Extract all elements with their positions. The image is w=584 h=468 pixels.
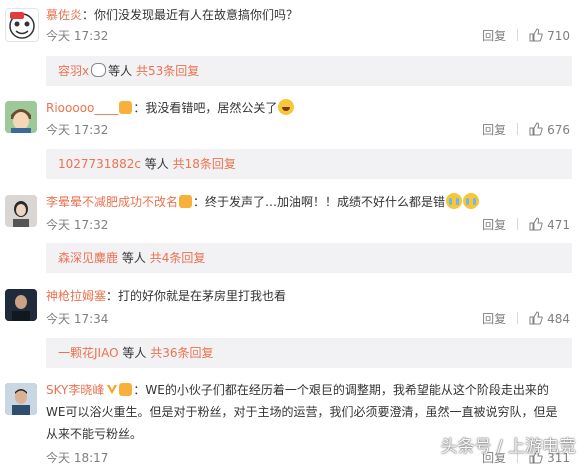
reply-button[interactable]: 回复 [482,29,506,43]
reply-username[interactable]: 森深见麋鹿 [58,251,118,265]
timestamp: 今天 17:32 [46,29,109,43]
timestamp: 今天 17:34 [46,312,109,326]
reply-total-link[interactable]: 共4条回复 [150,251,206,265]
reply-summary[interactable]: 容羽x 等人 共53条回复 [46,56,572,86]
avatar[interactable] [5,383,37,415]
comment-actions: 回复 710 [482,26,570,46]
comment-text: 你们没发现最近有人在故意搞你们吗？ [94,8,299,22]
divider [517,218,519,230]
reply-summary[interactable]: 一颗花JIAO 等人 共36条回复 [46,338,572,368]
reply-suffix: 等人 [144,157,169,171]
username[interactable]: 神枪拉姆塞 [46,289,106,303]
divider [517,312,519,324]
comment-actions: 回复 676 [482,120,570,140]
avatar[interactable] [5,195,37,227]
avatar[interactable] [5,289,37,321]
thumbs-up-icon [529,28,543,42]
timestamp: 今天 17:32 [46,123,109,137]
divider [517,123,519,135]
like-button[interactable]: 484 [529,311,570,326]
reply-username[interactable]: 1027731882c [58,157,141,171]
reply-suffix: 等人 [122,346,147,360]
like-count: 484 [547,312,570,326]
comment-actions: 回复 484 [482,309,570,329]
divider [517,29,519,41]
member-badge-icon [119,383,133,396]
thumbs-up-icon [529,217,543,231]
laugh-emoji-icon [278,99,295,115]
reply-summary[interactable]: 1027731882c 等人 共18条回复 [46,149,572,179]
comment-text-line: WE可以浴火重生。但是对于粉丝，对于主场的运营，我们必须要澄清，虽然一直被说穷队… [46,402,574,422]
comment-meta: 今天 17:32 回复 710 [46,26,570,46]
avatar[interactable] [5,8,39,42]
username[interactable]: Riooooo____ [46,101,118,115]
timestamp: 今天 17:32 [46,218,109,232]
reply-total-link[interactable]: 共53条回复 [136,64,199,78]
member-badge-icon [119,101,133,114]
comment-meta: 今天 17:32 回复 676 [46,120,570,140]
comment-text: 我没看错吧，居然公关了 [145,101,278,115]
like-button[interactable]: 471 [529,217,570,232]
reply-suffix: 等人 [121,251,146,265]
avatar[interactable] [5,101,37,133]
like-button[interactable]: 710 [529,28,570,43]
reply-username[interactable]: 容羽x [58,64,89,78]
comment-meta: 今天 17:34 回复 484 [46,309,570,329]
comment-text: WE的小伙子们都在经历着一个艰巨的调整期，我希望能从这个阶段走出来的 [145,383,549,397]
comment-text: 终于发声了…加油啊！！成绩不好什么都是错 [205,195,446,209]
like-button[interactable]: 676 [529,122,570,137]
crying-emoji-icon [463,193,480,209]
like-count: 710 [547,29,570,43]
comment-text-line: SKY李晓峰 ：WE的小伙子们都在经历着一个艰巨的调整期，我希望能从这个阶段走出来… [46,383,549,397]
reply-button[interactable]: 回复 [482,312,506,326]
username[interactable]: 慕佐炎 [46,8,82,22]
comment-text-line: 神枪拉姆塞：打的好你就是在茅房里打我也看 [46,289,287,303]
reply-summary[interactable]: 森深见麋鹿 等人 共4条回复 [46,243,572,273]
panda-icon [91,63,107,77]
reply-button[interactable]: 回复 [482,123,506,137]
thumbs-up-icon [529,122,543,136]
comment-text: WE可以浴火重生。但是对于粉丝，对于主场的运营，我们必须要澄清，虽然一直被说穷队… [46,405,558,419]
comment-text-line: 李晕晕不减肥成功不改名 ：终于发声了…加油啊！！成绩不好什么都是错 [46,192,574,212]
like-count: 471 [547,218,570,232]
username[interactable]: 李晕晕不减肥成功不改名 [46,195,178,209]
like-count: 676 [547,123,570,137]
reply-username[interactable]: 一颗花JIAO [58,346,119,360]
comment-meta: 今天 17:32 回复 471 [46,215,570,235]
member-badge-icon [179,195,193,208]
crying-emoji-icon [446,193,463,209]
comment-text-line: Riooooo____ ：我没看错吧，居然公关了 [46,98,574,118]
verified-v-icon [107,385,118,394]
comment-text-line: 慕佐炎：你们没发现最近有人在故意搞你们吗？ [46,8,299,22]
comment-text: 从来不能亏粉丝。 [46,427,143,441]
watermark: 头条号 / 上游电竞 [440,437,576,457]
reply-total-link[interactable]: 共36条回复 [150,346,213,360]
comment-actions: 回复 471 [482,215,570,235]
reply-button[interactable]: 回复 [482,218,506,232]
reply-total-link[interactable]: 共18条回复 [173,157,236,171]
comment-text: 打的好你就是在茅房里打我也看 [118,289,287,303]
username[interactable]: SKY李晓峰 [46,383,104,397]
reply-suffix: 等人 [108,64,133,78]
thumbs-up-icon [529,311,543,325]
